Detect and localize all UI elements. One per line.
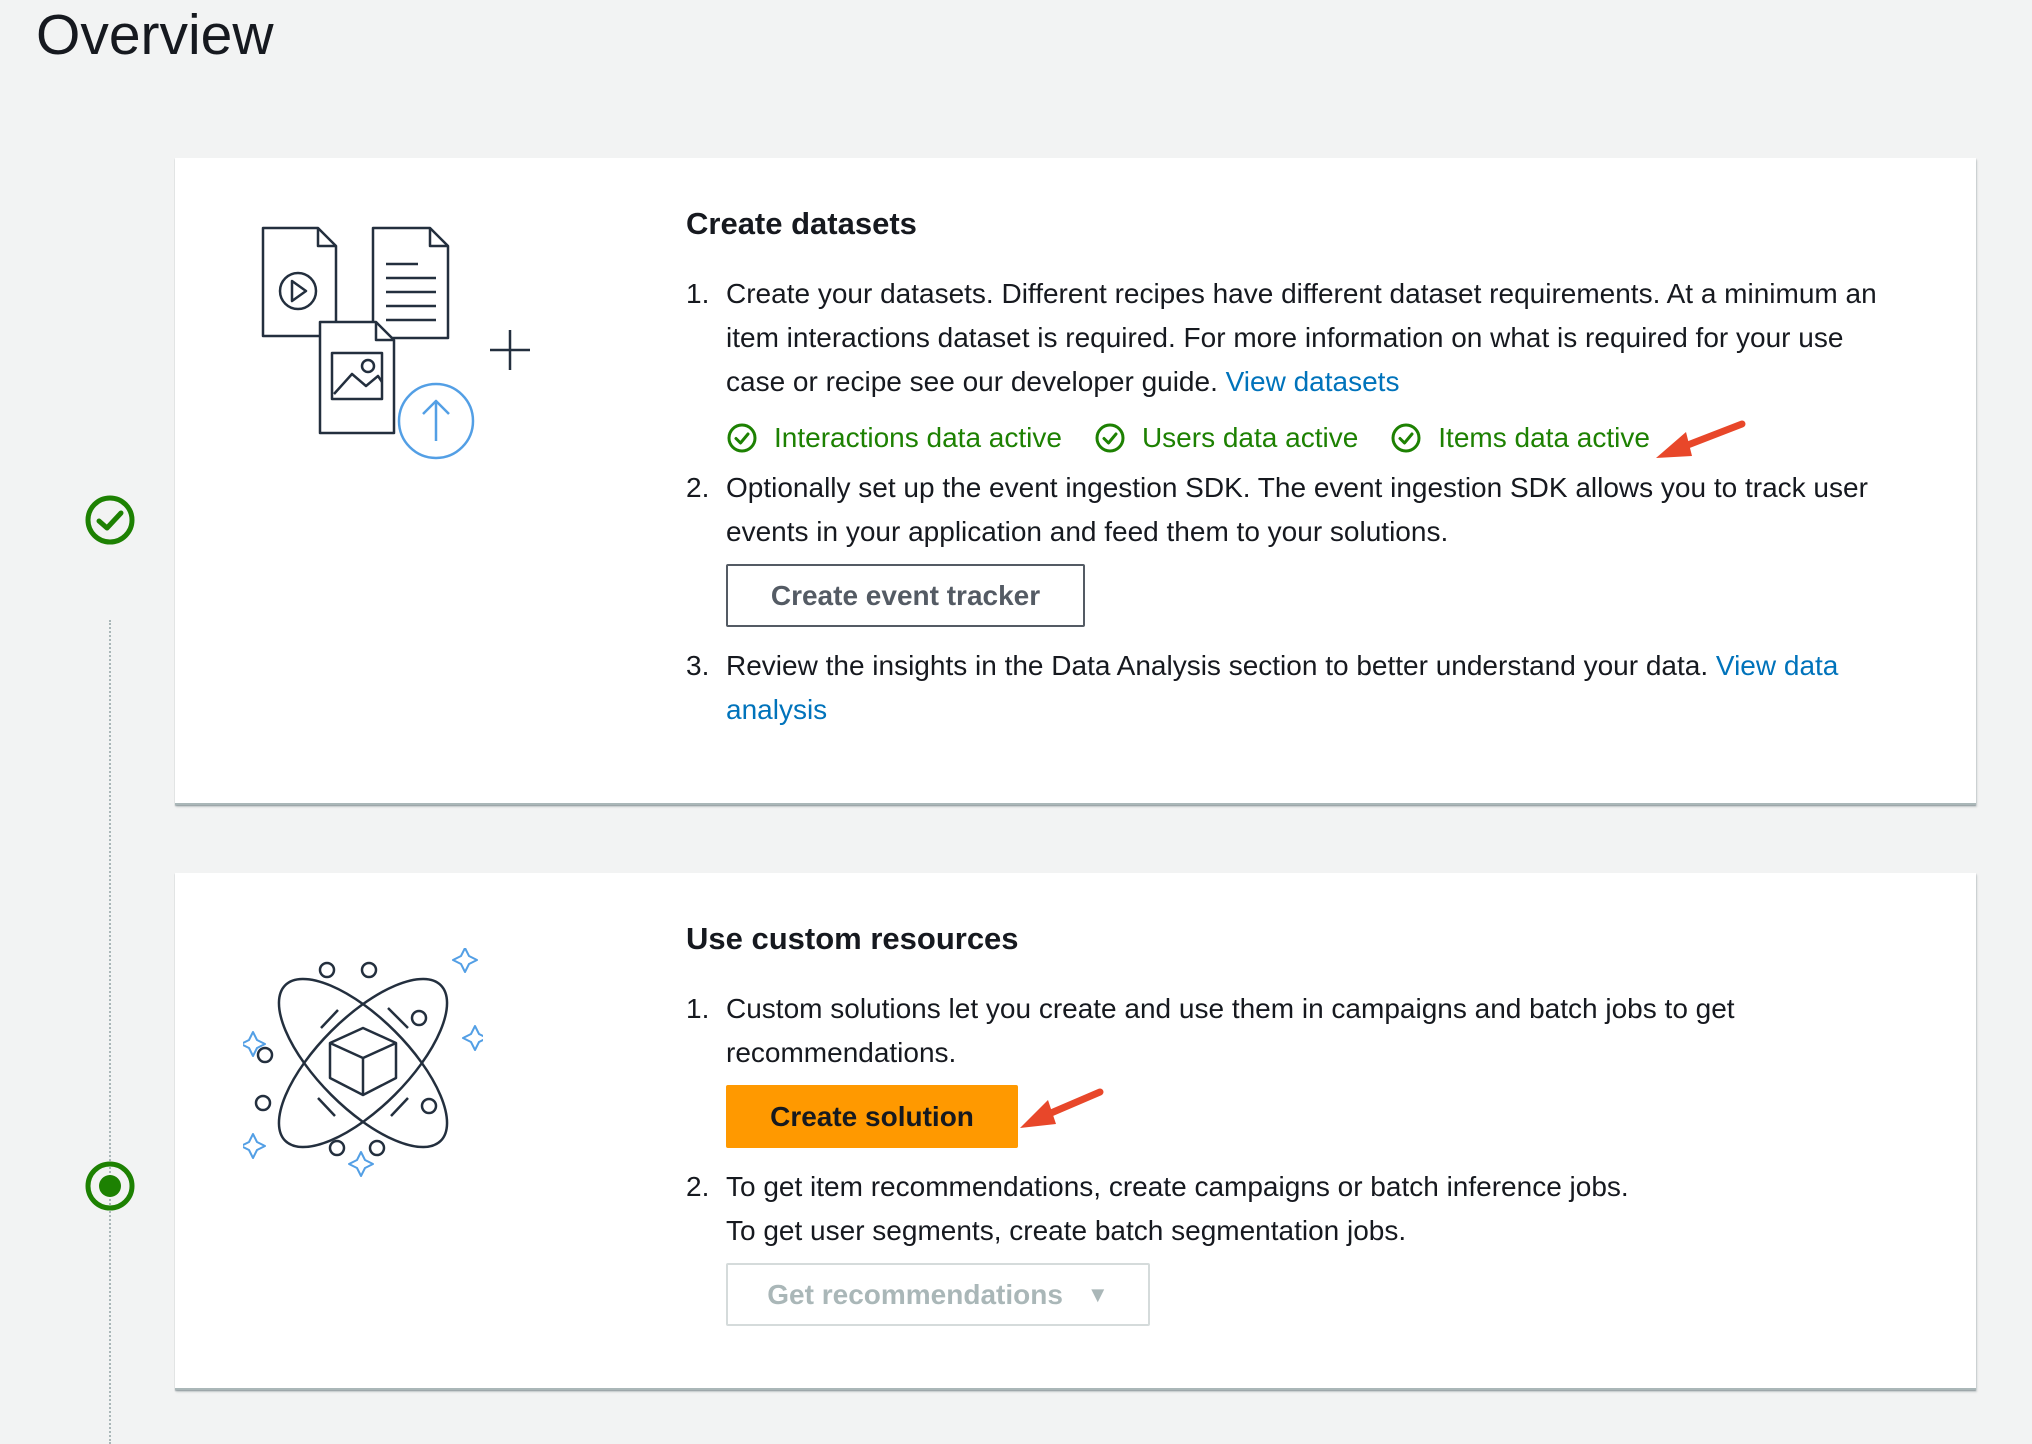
event-tracker-button-wrap: Create event tracker bbox=[726, 564, 1906, 630]
timeline-connector bbox=[109, 620, 111, 1444]
create-solution-button-wrap: Create solution bbox=[726, 1085, 1906, 1151]
step-complete-icon bbox=[84, 494, 136, 546]
steps-list: 3. Review the insights in the Data Analy… bbox=[686, 644, 1906, 732]
step-text: Custom solutions let you create and use … bbox=[726, 993, 1735, 1068]
create-event-tracker-button[interactable]: Create event tracker bbox=[726, 564, 1085, 627]
annotation-arrow-icon bbox=[1652, 418, 1748, 467]
steps-list: 2. Optionally set up the event ingestion… bbox=[686, 466, 1906, 554]
check-circle-icon bbox=[1391, 423, 1421, 453]
get-recommendations-dropdown-button[interactable]: Get recommendations ▼ bbox=[726, 1263, 1150, 1326]
caret-down-icon: ▼ bbox=[1086, 1281, 1109, 1307]
page-title: Overview bbox=[36, 3, 274, 67]
step-text: Review the insights in the Data Analysis… bbox=[726, 650, 1709, 681]
step-number: 1. bbox=[686, 993, 710, 1024]
steps-list: 1. Custom solutions let you create and u… bbox=[686, 987, 1906, 1075]
step-text: To get item recommendations, create camp… bbox=[726, 1171, 1629, 1202]
plus-icon bbox=[488, 328, 532, 377]
status-users: Users data active bbox=[1094, 422, 1358, 454]
step-number: 2. bbox=[686, 472, 710, 503]
dataset-files-upload-illustration bbox=[258, 226, 498, 471]
status-label: Items data active bbox=[1438, 422, 1650, 453]
step-text: Optionally set up the event ingestion SD… bbox=[726, 472, 1868, 547]
list-item: 3. Review the insights in the Data Analy… bbox=[686, 644, 1906, 732]
list-item: 2. Optionally set up the event ingestion… bbox=[686, 466, 1906, 554]
create-solution-button[interactable]: Create solution bbox=[726, 1085, 1018, 1148]
check-circle-icon bbox=[1095, 423, 1125, 453]
orbit-cube-illustration bbox=[240, 947, 488, 1183]
step-number: 3. bbox=[686, 650, 710, 681]
view-datasets-link[interactable]: View datasets bbox=[1226, 366, 1400, 397]
list-item: 1. Custom solutions let you create and u… bbox=[686, 987, 1906, 1075]
step-number: 1. bbox=[686, 278, 710, 309]
step-in-progress-icon bbox=[84, 1160, 136, 1212]
create-datasets-card: Create datasets 1. Create your datasets.… bbox=[175, 158, 1976, 805]
list-item: 2. To get item recommendations, create c… bbox=[686, 1165, 1906, 1253]
status-label: Users data active bbox=[1141, 422, 1359, 453]
status-interactions: Interactions data active bbox=[726, 422, 1062, 454]
get-recommendations-button-wrap: Get recommendations ▼ bbox=[726, 1263, 1906, 1329]
card-title: Create datasets bbox=[686, 206, 917, 241]
status-items: Items data active bbox=[1390, 422, 1650, 454]
steps-list: 2. To get item recommendations, create c… bbox=[686, 1165, 1906, 1253]
list-item: 1. Create your datasets. Different recip… bbox=[686, 272, 1906, 404]
check-circle-icon bbox=[727, 423, 757, 453]
step-number: 2. bbox=[686, 1171, 710, 1202]
button-label: Get recommendations bbox=[767, 1278, 1063, 1310]
card-title: Use custom resources bbox=[686, 921, 1019, 956]
status-label: Interactions data active bbox=[774, 422, 1062, 453]
step-text-secondary: To get user segments, create batch segme… bbox=[726, 1215, 1407, 1246]
steps-list: 1. Create your datasets. Different recip… bbox=[686, 272, 1906, 404]
annotation-arrow-icon bbox=[1016, 1086, 1106, 1137]
